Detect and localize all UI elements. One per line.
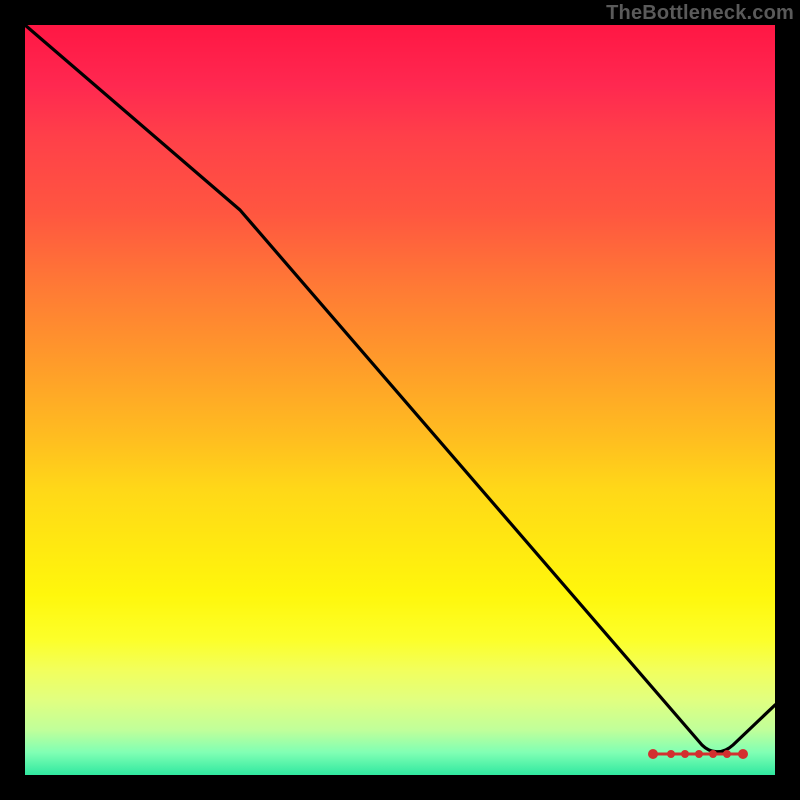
marker-cluster (648, 749, 748, 759)
watermark-text: TheBottleneck.com (606, 2, 794, 25)
bottleneck-curve (25, 25, 775, 752)
chart-container: TheBottleneck.com (0, 0, 800, 800)
chart-overlay (25, 25, 775, 775)
plot-area (25, 25, 775, 775)
